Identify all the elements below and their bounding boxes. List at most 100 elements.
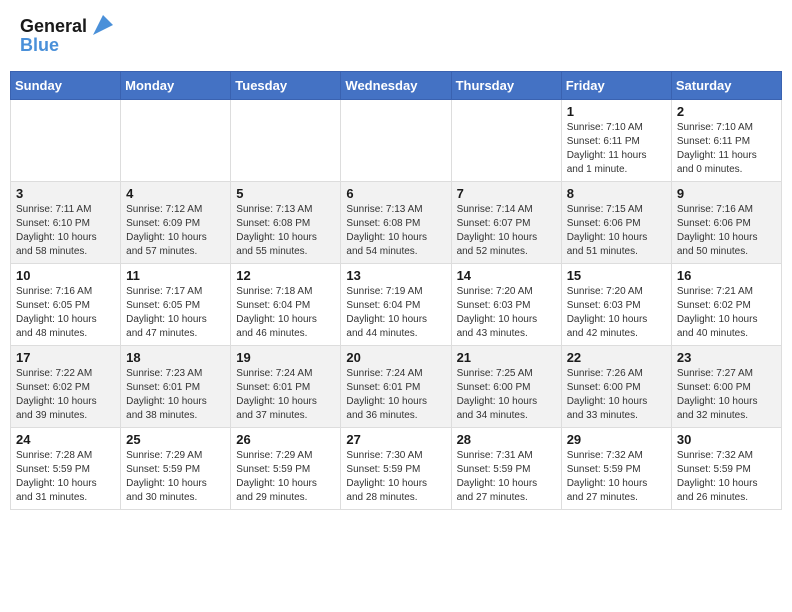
day-number: 28 [457,432,556,447]
day-number: 27 [346,432,445,447]
day-number: 8 [567,186,666,201]
day-info: Sunrise: 7:24 AM Sunset: 6:01 PM Dayligh… [346,367,445,423]
day-number: 23 [677,350,776,365]
day-info: Sunrise: 7:12 AM Sunset: 6:09 PM Dayligh… [126,203,225,259]
calendar-cell: 18 Sunrise: 7:23 AM Sunset: 6:01 PM Dayli… [121,346,231,428]
day-number: 2 [677,104,776,119]
weekday-header-sunday: Sunday [11,72,121,100]
day-number: 3 [16,186,115,201]
calendar-cell: 1 Sunrise: 7:10 AM Sunset: 6:11 PM Daylig… [561,100,671,182]
day-info: Sunrise: 7:20 AM Sunset: 6:03 PM Dayligh… [567,285,666,341]
calendar-cell: 27Sunrise: 7:30 AM Sunset: 5:59 PM Dayli… [341,428,451,510]
day-info: Sunrise: 7:10 AM Sunset: 6:11 PM Dayligh… [567,121,666,177]
day-info: Sunrise: 7:17 AM Sunset: 6:05 PM Dayligh… [126,285,225,341]
day-number: 11 [126,268,225,283]
day-info: Sunrise: 7:13 AM Sunset: 6:08 PM Dayligh… [236,203,335,259]
calendar-cell: 7 Sunrise: 7:14 AM Sunset: 6:07 PM Daylig… [451,182,561,264]
day-number: 20 [346,350,445,365]
day-number: 4 [126,186,225,201]
day-info: Sunrise: 7:10 AM Sunset: 6:11 PM Dayligh… [677,121,776,177]
day-number: 15 [567,268,666,283]
logo-icon [89,11,117,39]
calendar-cell: 24 Sunrise: 7:28 AM Sunset: 5:59 PM Dayli… [11,428,121,510]
day-number: 14 [457,268,556,283]
day-info: Sunrise: 7:26 AM Sunset: 6:00 PM Dayligh… [567,367,666,423]
weekday-header-monday: Monday [121,72,231,100]
calendar-cell: 3 Sunrise: 7:11 AM Sunset: 6:10 PM Daylig… [11,182,121,264]
day-info: Sunrise: 7:22 AM Sunset: 6:02 PM Dayligh… [16,367,115,423]
calendar-cell: 17Sunrise: 7:22 AM Sunset: 6:02 PM Dayli… [11,346,121,428]
day-number: 9 [677,186,776,201]
day-number: 12 [236,268,335,283]
calendar-cell: 2 Sunrise: 7:10 AM Sunset: 6:11 PM Daylig… [671,100,781,182]
day-number: 16 [677,268,776,283]
day-number: 22 [567,350,666,365]
calendar-cell: 12 Sunrise: 7:18 AM Sunset: 6:04 PM Dayli… [231,264,341,346]
calendar-cell: 21 Sunrise: 7:25 AM Sunset: 6:00 PM Dayli… [451,346,561,428]
calendar-cell: 26Sunrise: 7:29 AM Sunset: 5:59 PM Dayli… [231,428,341,510]
weekday-header-row: SundayMondayTuesdayWednesdayThursdayFrid… [11,72,782,100]
calendar-cell: 20 Sunrise: 7:24 AM Sunset: 6:01 PM Dayli… [341,346,451,428]
day-info: Sunrise: 7:21 AM Sunset: 6:02 PM Dayligh… [677,285,776,341]
day-info: Sunrise: 7:16 AM Sunset: 6:05 PM Dayligh… [16,285,115,341]
calendar-cell: 19Sunrise: 7:24 AM Sunset: 6:01 PM Dayli… [231,346,341,428]
calendar-week-1: 1 Sunrise: 7:10 AM Sunset: 6:11 PM Daylig… [11,100,782,182]
day-info: Sunrise: 7:28 AM Sunset: 5:59 PM Dayligh… [16,449,115,505]
day-number: 25 [126,432,225,447]
day-info: Sunrise: 7:32 AM Sunset: 5:59 PM Dayligh… [567,449,666,505]
calendar-cell: 23 Sunrise: 7:27 AM Sunset: 6:00 PM Dayli… [671,346,781,428]
day-info: Sunrise: 7:20 AM Sunset: 6:03 PM Dayligh… [457,285,556,341]
calendar-cell: 15 Sunrise: 7:20 AM Sunset: 6:03 PM Dayli… [561,264,671,346]
day-number: 29 [567,432,666,447]
day-info: Sunrise: 7:15 AM Sunset: 6:06 PM Dayligh… [567,203,666,259]
calendar-cell: 14 Sunrise: 7:20 AM Sunset: 6:03 PM Dayli… [451,264,561,346]
calendar-week-2: 3 Sunrise: 7:11 AM Sunset: 6:10 PM Daylig… [11,182,782,264]
calendar-week-3: 10 Sunrise: 7:16 AM Sunset: 6:05 PM Dayli… [11,264,782,346]
calendar-cell: 25 Sunrise: 7:29 AM Sunset: 5:59 PM Dayli… [121,428,231,510]
day-number: 10 [16,268,115,283]
day-info: Sunrise: 7:13 AM Sunset: 6:08 PM Dayligh… [346,203,445,259]
day-info: Sunrise: 7:19 AM Sunset: 6:04 PM Dayligh… [346,285,445,341]
calendar-cell: 8 Sunrise: 7:15 AM Sunset: 6:06 PM Daylig… [561,182,671,264]
calendar-table: SundayMondayTuesdayWednesdayThursdayFrid… [10,71,782,510]
calendar-week-4: 17Sunrise: 7:22 AM Sunset: 6:02 PM Dayli… [11,346,782,428]
day-info: Sunrise: 7:14 AM Sunset: 6:07 PM Dayligh… [457,203,556,259]
weekday-header-wednesday: Wednesday [341,72,451,100]
day-info: Sunrise: 7:29 AM Sunset: 5:59 PM Dayligh… [126,449,225,505]
day-number: 5 [236,186,335,201]
calendar-cell [121,100,231,182]
day-info: Sunrise: 7:23 AM Sunset: 6:01 PM Dayligh… [126,367,225,423]
day-number: 18 [126,350,225,365]
weekday-header-tuesday: Tuesday [231,72,341,100]
day-info: Sunrise: 7:32 AM Sunset: 5:59 PM Dayligh… [677,449,776,505]
calendar-cell: 28 Sunrise: 7:31 AM Sunset: 5:59 PM Dayli… [451,428,561,510]
calendar-cell: 11 Sunrise: 7:17 AM Sunset: 6:05 PM Dayli… [121,264,231,346]
day-number: 21 [457,350,556,365]
day-number: 24 [16,432,115,447]
calendar-cell: 13 Sunrise: 7:19 AM Sunset: 6:04 PM Dayli… [341,264,451,346]
day-info: Sunrise: 7:31 AM Sunset: 5:59 PM Dayligh… [457,449,556,505]
day-number: 6 [346,186,445,201]
weekday-header-thursday: Thursday [451,72,561,100]
calendar-cell: 16 Sunrise: 7:21 AM Sunset: 6:02 PM Dayli… [671,264,781,346]
day-info: Sunrise: 7:11 AM Sunset: 6:10 PM Dayligh… [16,203,115,259]
calendar-cell [231,100,341,182]
weekday-header-friday: Friday [561,72,671,100]
day-number: 30 [677,432,776,447]
day-number: 7 [457,186,556,201]
day-info: Sunrise: 7:24 AM Sunset: 6:01 PM Dayligh… [236,367,335,423]
day-info: Sunrise: 7:25 AM Sunset: 6:00 PM Dayligh… [457,367,556,423]
day-number: 13 [346,268,445,283]
calendar-cell: 5 Sunrise: 7:13 AM Sunset: 6:08 PM Daylig… [231,182,341,264]
day-number: 26 [236,432,335,447]
calendar-cell: 4 Sunrise: 7:12 AM Sunset: 6:09 PM Daylig… [121,182,231,264]
day-info: Sunrise: 7:18 AM Sunset: 6:04 PM Dayligh… [236,285,335,341]
calendar-cell: 22 Sunrise: 7:26 AM Sunset: 6:00 PM Dayli… [561,346,671,428]
calendar-cell: 9 Sunrise: 7:16 AM Sunset: 6:06 PM Daylig… [671,182,781,264]
day-number: 1 [567,104,666,119]
day-info: Sunrise: 7:16 AM Sunset: 6:06 PM Dayligh… [677,203,776,259]
day-info: Sunrise: 7:27 AM Sunset: 6:00 PM Dayligh… [677,367,776,423]
logo-general: General [20,16,87,36]
calendar-cell [11,100,121,182]
calendar-cell: 30 Sunrise: 7:32 AM Sunset: 5:59 PM Dayli… [671,428,781,510]
